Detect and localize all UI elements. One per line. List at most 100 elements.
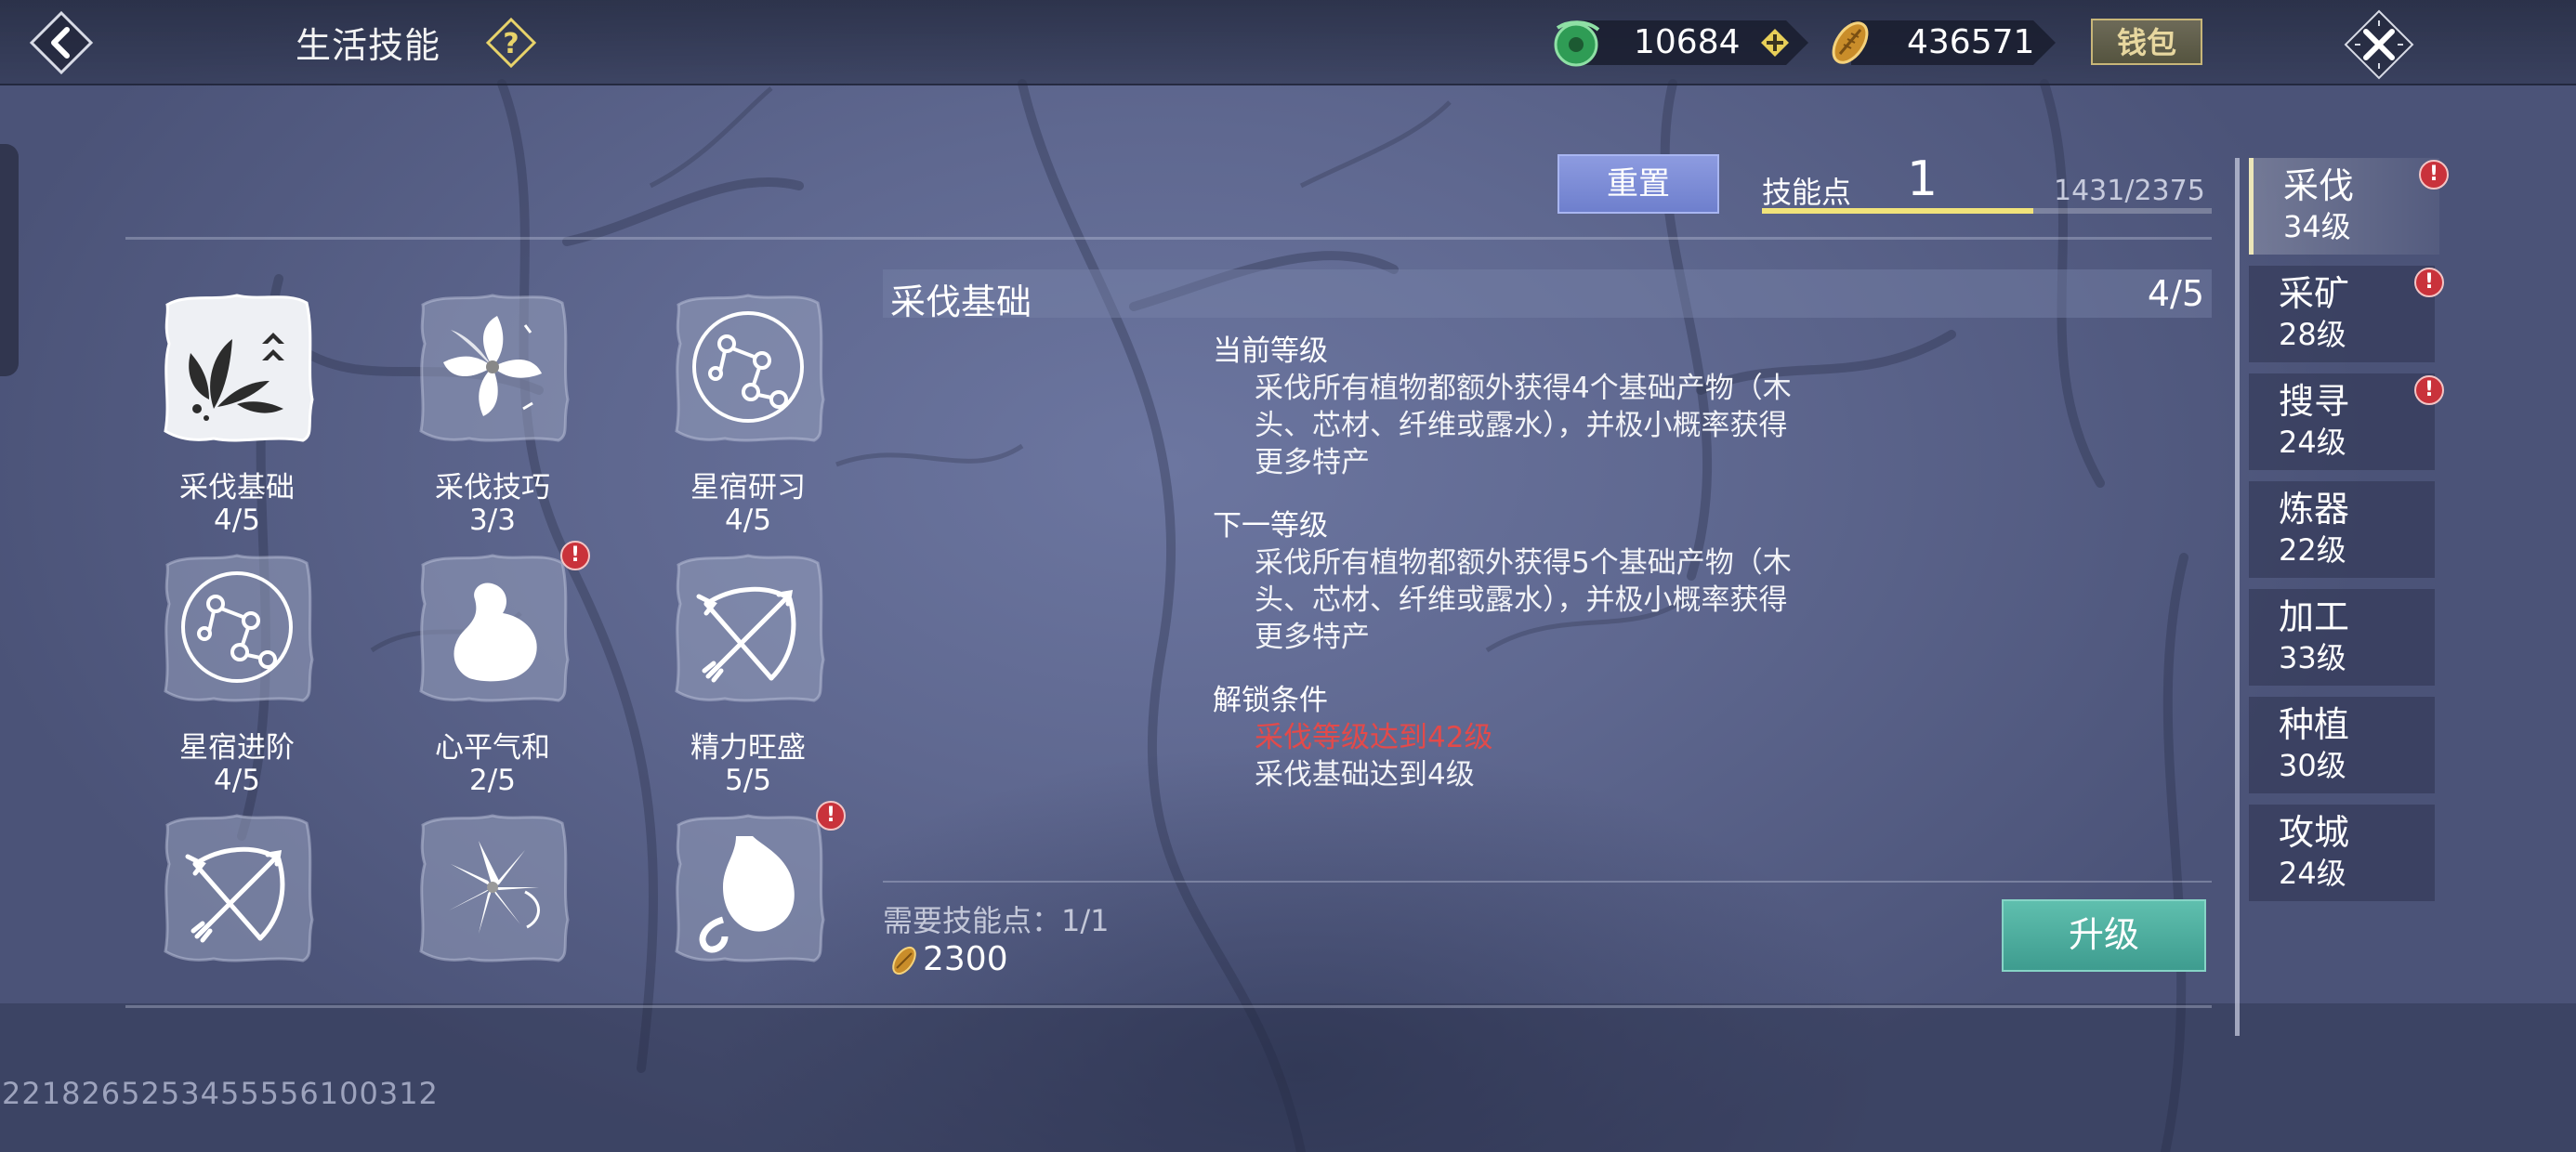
gold-seed-icon bbox=[892, 946, 916, 975]
skill-item[interactable]: 采伐技巧 3/3 bbox=[395, 269, 581, 539]
category-level: 30级 bbox=[2279, 748, 2346, 783]
desc-line: 采伐所有植物都额外获得5个基础产物（木 bbox=[1255, 546, 1792, 580]
jade-coin-icon bbox=[1554, 20, 1600, 67]
alert-badge-icon: ! bbox=[2419, 160, 2449, 190]
category-level: 28级 bbox=[2279, 317, 2346, 352]
desc-line: 头、芯材、纤维或露水），并极小概率获得 bbox=[1255, 409, 1788, 442]
category-tab[interactable]: 搜寻 24级! bbox=[2249, 373, 2444, 470]
category-level: 22级 bbox=[2279, 532, 2346, 568]
category-name: 采矿 bbox=[2279, 273, 2350, 314]
skill-name: 星宿进阶 bbox=[179, 731, 295, 765]
skill-name: 采伐基础 bbox=[179, 471, 295, 504]
alert-badge-icon: ! bbox=[560, 541, 590, 570]
back-button[interactable] bbox=[28, 9, 95, 76]
current-level-label: 当前等级 bbox=[1213, 334, 1328, 368]
skill-item[interactable]: 精力旺盛 5/5 bbox=[651, 530, 836, 799]
skill-item[interactable]: 身手敏捷 bbox=[139, 790, 325, 989]
top-divider bbox=[125, 237, 2212, 240]
category-tab[interactable]: 加工 33级 bbox=[2249, 589, 2435, 686]
alert-badge-icon: ! bbox=[2414, 268, 2444, 297]
skill-name: 心平气和 bbox=[435, 731, 550, 765]
skill-exp-text: 1431/2375 bbox=[2054, 175, 2205, 207]
skill-item[interactable]: 星宿研习 4/5 bbox=[651, 269, 836, 539]
category-tab[interactable]: 采矿 28级! bbox=[2249, 266, 2444, 362]
skill-detail-level: 4/5 bbox=[2147, 273, 2204, 314]
bottom-divider bbox=[125, 1005, 2212, 1008]
category-tab[interactable]: 采伐 34级! bbox=[2249, 158, 2449, 255]
desc-line: 更多特产 bbox=[1255, 446, 1370, 479]
gold-currency-display: 436571 bbox=[1823, 17, 2056, 69]
skill-exp-bar bbox=[1762, 208, 2212, 214]
jade-amount: 10684 bbox=[1634, 23, 1741, 61]
skill-name: 精力旺盛 bbox=[690, 731, 806, 765]
category-tab-divider bbox=[2235, 158, 2240, 1036]
stomach-icon bbox=[675, 814, 825, 962]
close-button[interactable] bbox=[2342, 7, 2416, 82]
desc-line: 更多特产 bbox=[1255, 621, 1370, 654]
skill-points-label: 技能点 bbox=[1762, 175, 1852, 210]
bow-arrow-icon bbox=[164, 814, 314, 962]
skill-item[interactable]: 星宿进阶 4/5 bbox=[139, 530, 325, 799]
skill-points-value: 1 bbox=[1907, 151, 1939, 207]
lily-flower-icon bbox=[419, 814, 570, 962]
skill-item[interactable]: 心平气和 2/5! bbox=[395, 530, 590, 799]
category-name: 搜寻 bbox=[2279, 381, 2350, 422]
action-divider bbox=[883, 881, 2212, 883]
skill-detail-title: 采伐基础 bbox=[890, 281, 1032, 322]
unlock-conditions-list: 采伐等级达到42级 采伐基础达到4级 bbox=[1255, 719, 1849, 793]
left-edge-tab[interactable] bbox=[0, 144, 19, 376]
reset-button[interactable]: 重置 bbox=[1557, 154, 1719, 214]
leaf-upgrade-icon bbox=[164, 294, 314, 442]
desc-line: 头、芯材、纤维或露水），并极小概率获得 bbox=[1255, 583, 1788, 617]
help-button[interactable]: ? bbox=[485, 17, 537, 69]
alert-badge-icon: ! bbox=[2414, 375, 2444, 405]
category-name: 炼器 bbox=[2279, 489, 2350, 530]
gold-amount: 436571 bbox=[1907, 23, 2035, 61]
close-icon bbox=[2344, 9, 2414, 80]
skill-name: 星宿研习 bbox=[690, 471, 806, 504]
question-icon: ? bbox=[485, 17, 537, 69]
category-level: 24级 bbox=[2279, 856, 2346, 891]
skill-name: 采伐技巧 bbox=[435, 471, 550, 504]
plus-icon bbox=[1761, 29, 1789, 57]
category-tab[interactable]: 攻城 24级 bbox=[2249, 805, 2435, 901]
category-level: 24级 bbox=[2279, 425, 2346, 460]
add-jade-button[interactable] bbox=[1760, 28, 1790, 58]
skill-item[interactable]: 采伐基础 4/5 bbox=[139, 269, 325, 539]
skill-item[interactable]: 莽莽研习 bbox=[395, 790, 581, 989]
unlock-condition-met: 采伐基础达到4级 bbox=[1255, 758, 1475, 792]
gold-seed-icon bbox=[1832, 21, 1869, 64]
category-level: 33级 bbox=[2279, 640, 2346, 675]
next-level-desc: 采伐所有植物都额外获得5个基础产物（木 头、芯材、纤维或露水），并极小概率获得 … bbox=[1255, 544, 1849, 656]
next-level-label: 下一等级 bbox=[1213, 509, 1328, 543]
back-arrow-icon bbox=[29, 10, 94, 75]
user-id-text: 2218265253455556100312 bbox=[2, 1076, 439, 1111]
skill-detail-header: 采伐基础 4/5 bbox=[883, 269, 2212, 322]
constellation-icon bbox=[675, 294, 825, 442]
category-name: 采伐 bbox=[2283, 165, 2355, 206]
unlock-conditions-label: 解锁条件 bbox=[1213, 684, 1328, 717]
category-name: 攻城 bbox=[2279, 812, 2350, 853]
muscle-arm-icon bbox=[419, 554, 570, 702]
category-tab[interactable]: 炼器 22级 bbox=[2249, 481, 2435, 578]
upgrade-cost-amount: 2300 bbox=[923, 940, 1008, 978]
required-skill-points: 需要技能点：1/1 bbox=[883, 903, 1110, 938]
category-name: 加工 bbox=[2279, 596, 2350, 637]
category-tab[interactable]: 种植 30级 bbox=[2249, 697, 2435, 793]
page-title: 生活技能 bbox=[296, 25, 441, 66]
alert-badge-icon: ! bbox=[816, 801, 846, 831]
category-level: 34级 bbox=[2283, 209, 2351, 244]
skill-grid: 采伐基础 4/5 采伐技巧 3/3 星宿研习 4/5 星宿进阶 4/5 心平气和 2/5! 精力旺盛… bbox=[125, 251, 850, 989]
category-name: 种植 bbox=[2279, 704, 2350, 745]
svg-text:?: ? bbox=[503, 28, 519, 60]
skill-item[interactable]: 大胃王! bbox=[651, 790, 846, 989]
skill-exp-bar-fill bbox=[1762, 208, 2033, 214]
desc-line: 采伐所有植物都额外获得4个基础产物（木 bbox=[1255, 372, 1792, 405]
bow-arrow-icon bbox=[675, 554, 825, 702]
flower-icon bbox=[419, 294, 570, 442]
current-level-desc: 采伐所有植物都额外获得4个基础产物（木 头、芯材、纤维或露水），并极小概率获得 … bbox=[1255, 370, 1849, 481]
upgrade-button[interactable]: 升级 bbox=[2002, 899, 2206, 972]
constellation-icon bbox=[164, 554, 314, 702]
wallet-button[interactable]: 钱包 bbox=[2091, 19, 2202, 65]
unlock-condition-unmet: 采伐等级达到42级 bbox=[1255, 721, 1493, 754]
